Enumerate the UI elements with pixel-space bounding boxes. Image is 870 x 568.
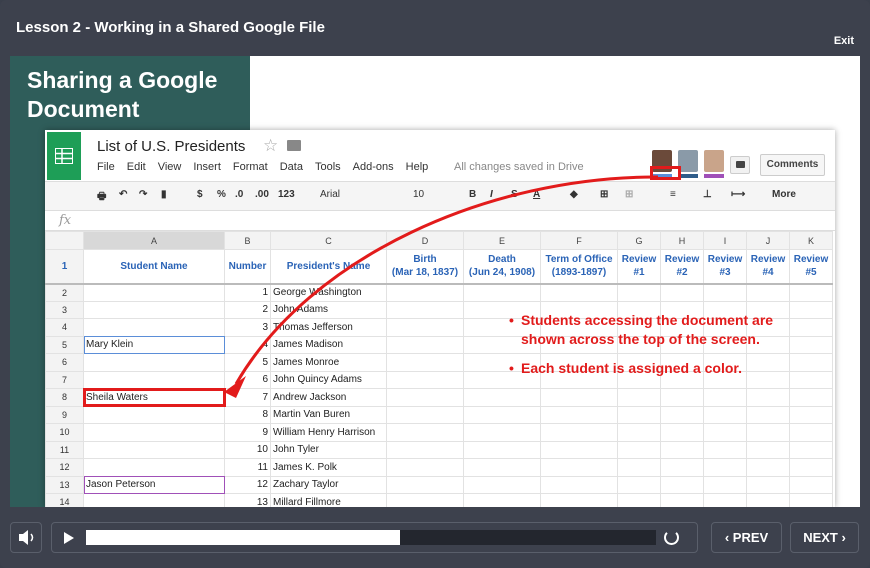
annotation-arrow [224, 175, 659, 398]
playback-bar [51, 522, 698, 553]
course-player: Lesson 2 - Working in a Shared Google Fi… [0, 0, 870, 568]
volume-icon [19, 530, 34, 545]
title-bar: Lesson 2 - Working in a Shared Google Fi… [0, 0, 870, 56]
volume-button[interactable] [10, 522, 42, 553]
replay-icon[interactable] [664, 530, 679, 545]
lesson-title: Lesson 2 - Working in a Shared Google Fi… [16, 19, 325, 36]
progress-fill [86, 530, 400, 545]
progress-track[interactable] [86, 530, 656, 545]
slide: Sharing a Google Document List of U.S. P… [10, 56, 860, 507]
prev-button[interactable]: ‹ PREV [711, 522, 782, 553]
player-controls: ‹ PREV NEXT › [0, 507, 870, 568]
next-button[interactable]: NEXT › [790, 522, 859, 553]
play-icon[interactable] [64, 532, 74, 544]
exit-button[interactable]: Exit [834, 35, 854, 47]
